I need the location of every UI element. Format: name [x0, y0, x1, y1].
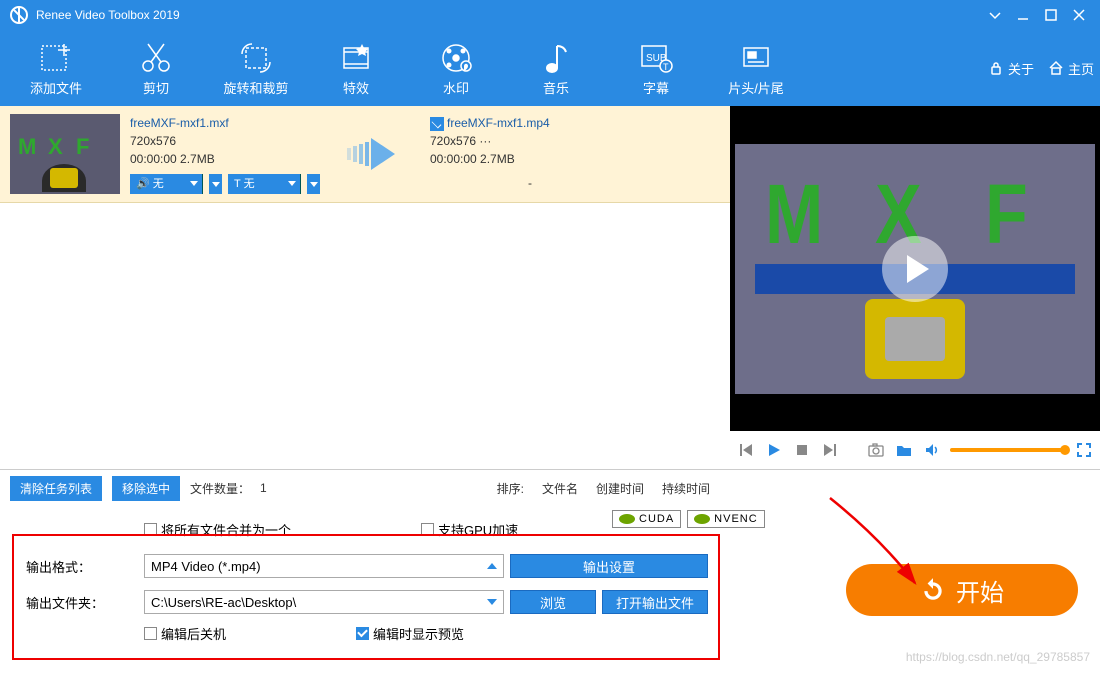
volume-slider[interactable] [950, 448, 1066, 452]
svg-text:T: T [663, 62, 669, 72]
effects-button[interactable]: 特效 [306, 33, 406, 103]
start-button[interactable]: 开始 [846, 564, 1078, 616]
cuda-badge: CUDA [612, 510, 681, 528]
sort-by-ctime[interactable]: 创建时间 [596, 480, 644, 497]
list-toolbar: 清除任务列表 移除选中 文件数量： 1 排序: 文件名 创建时间 持续时间 [0, 470, 1100, 506]
sort-by-name[interactable]: 文件名 [542, 480, 578, 497]
preview-panel: MXF [730, 106, 1100, 469]
about-link[interactable]: 关于 [988, 59, 1034, 78]
watermark-text: https://blog.csdn.net/qq_29785857 [906, 650, 1090, 664]
snapshot-button[interactable] [866, 440, 886, 460]
subtitle-button[interactable]: SUBT字幕 [606, 33, 706, 103]
add-file-button[interactable]: 添加文件 [6, 33, 106, 103]
file-thumbnail: MXF [10, 114, 120, 194]
stop-button[interactable] [792, 440, 812, 460]
remove-selected-button[interactable]: 移除选中 [112, 476, 180, 501]
output-file-info: freeMXF-mxf1.mp4 720x576 ··· 00:00:00 2.… [430, 114, 630, 194]
main-toolbar: 添加文件 剪切 旋转和裁剪 特效 水印 音乐 SUBT字幕 片头/片尾 关于 主… [0, 30, 1100, 106]
file-row[interactable]: MXF freeMXF-mxf1.mxf 720x576 00:00:00 2.… [0, 106, 730, 203]
dropdown-icon[interactable] [984, 4, 1006, 26]
sort-label: 排序: [497, 480, 524, 497]
home-link[interactable]: 主页 [1048, 59, 1094, 78]
watermark-button[interactable]: 水印 [406, 33, 506, 103]
subtitle-track-select[interactable]: T 无 [228, 174, 301, 194]
audio-track-more[interactable] [209, 174, 222, 194]
sort-by-duration[interactable]: 持续时间 [662, 480, 710, 497]
audio-track-select[interactable]: 🔊 无 [130, 174, 203, 194]
subtitle-track-more[interactable] [307, 174, 320, 194]
clear-list-button[interactable]: 清除任务列表 [10, 476, 102, 501]
intro-outro-button[interactable]: 片头/片尾 [706, 33, 806, 103]
music-button[interactable]: 音乐 [506, 33, 606, 103]
video-preview[interactable]: MXF [730, 106, 1100, 431]
file-list: MXF freeMXF-mxf1.mxf 720x576 00:00:00 2.… [0, 106, 730, 469]
prev-button[interactable] [736, 440, 756, 460]
file-count: 1 [260, 481, 267, 495]
titlebar: Renee Video Toolbox 2019 [0, 0, 1100, 30]
play-overlay-icon[interactable] [882, 236, 948, 302]
output-panel: 将所有文件合并为一个 支持GPU加速 CUDA NVENC 输出格式： MP4 … [0, 506, 1100, 668]
window-title: Renee Video Toolbox 2019 [36, 8, 180, 22]
folder-select[interactable]: C:\Users\RE-ac\Desktop\ [144, 590, 504, 614]
cut-button[interactable]: 剪切 [106, 33, 206, 103]
app-logo-icon [10, 6, 28, 24]
file-count-label: 文件数量： [190, 480, 250, 497]
minimize-button[interactable] [1012, 4, 1034, 26]
rotate-crop-button[interactable]: 旋转和裁剪 [206, 33, 306, 103]
next-button[interactable] [820, 440, 840, 460]
input-file-info: freeMXF-mxf1.mxf 720x576 00:00:00 2.7MB … [130, 114, 320, 194]
fullscreen-button[interactable] [1074, 440, 1094, 460]
volume-icon[interactable] [922, 440, 942, 460]
open-folder-button[interactable] [894, 440, 914, 460]
format-select[interactable]: MP4 Video (*.mp4) [144, 554, 504, 578]
play-button[interactable] [764, 440, 784, 460]
preview-controls [730, 431, 1100, 469]
edit-icon[interactable] [430, 117, 444, 131]
close-button[interactable] [1068, 4, 1090, 26]
maximize-button[interactable] [1040, 4, 1062, 26]
nvenc-badge: NVENC [687, 510, 765, 528]
arrow-icon [330, 114, 420, 194]
